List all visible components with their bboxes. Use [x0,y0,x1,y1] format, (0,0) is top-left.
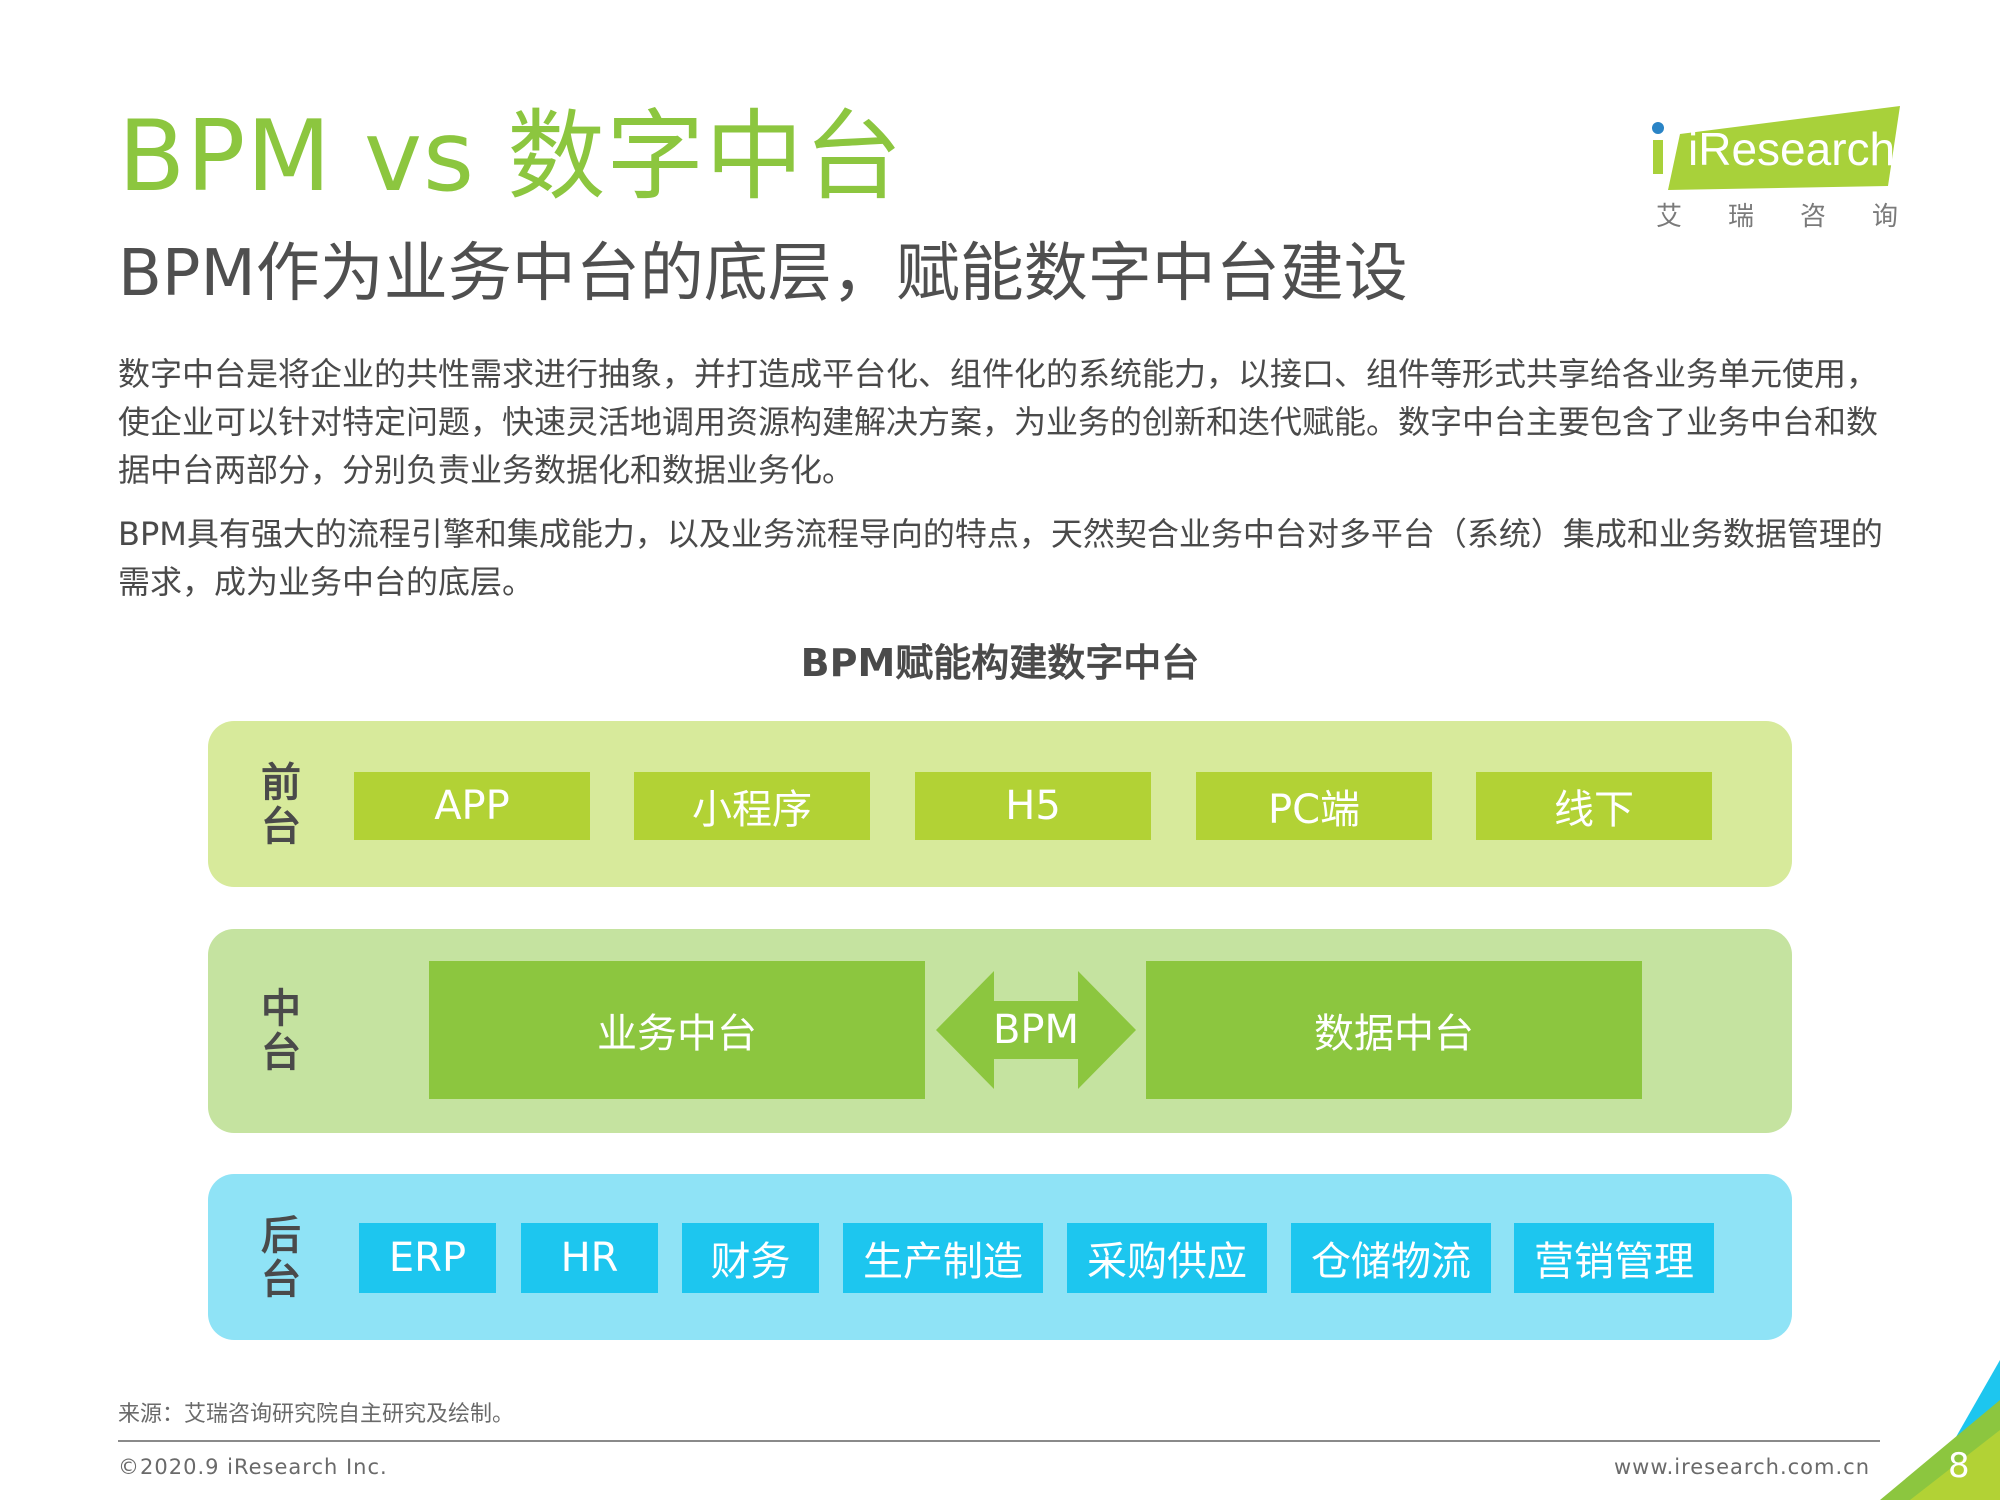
data-platform-box: 数据中台 [1146,961,1642,1099]
back-item-finance: 财务 [682,1223,819,1293]
iresearch-logo: iResearch 艾瑞咨询 [1650,104,1910,234]
business-platform-box: 业务中台 [429,961,925,1099]
bpm-connector-label: BPM [992,1007,1080,1053]
back-item-marketing: 营销管理 [1514,1223,1714,1293]
back-item-erp: ERP [359,1223,496,1293]
front-layer-label: 前台 [261,760,301,850]
page-subtitle: BPM作为业务中台的底层，赋能数字中台建设 [118,237,1408,311]
back-item-production: 生产制造 [843,1223,1043,1293]
corner-decoration-icon [1880,1360,2000,1500]
back-layer: 后台 ERP HR 财务 生产制造 采购供应 仓储物流 营销管理 [208,1174,1792,1340]
copyright-text: ©2020.9 iResearch Inc. [118,1455,388,1479]
logo-brand-text: iResearch [1688,123,1896,175]
middle-layer: 中台 业务中台 BPM 数据中台 [208,929,1792,1133]
page-number: 8 [1948,1446,1970,1486]
back-item-logistics: 仓储物流 [1291,1223,1491,1293]
intro-paragraph: 数字中台是将企业的共性需求进行抽象，并打造成平台化、组件化的系统能力，以接口、组… [118,355,1879,489]
front-item-offline: 线下 [1476,772,1712,840]
back-item-procurement: 采购供应 [1067,1223,1267,1293]
footer-divider [118,1440,1880,1442]
logo-cn-text: 艾瑞咨询 [1656,202,1945,232]
page-title: BPM vs 数字中台 [118,100,904,214]
back-layer-label: 后台 [261,1213,301,1303]
source-note: 来源：艾瑞咨询研究院自主研究及绘制。 [118,1402,515,1427]
front-layer: 前台 APP 小程序 H5 PC端 线下 [208,721,1792,887]
front-item-pc: PC端 [1196,772,1432,840]
front-item-miniprogram: 小程序 [634,772,870,840]
back-item-hr: HR [521,1223,658,1293]
front-item-h5: H5 [915,772,1151,840]
front-item-app: APP [354,772,590,840]
website-link[interactable]: www.iresearch.com.cn [1614,1455,1870,1479]
diagram-title: BPM赋能构建数字中台 [800,641,1200,685]
middle-layer-label: 中台 [261,986,301,1076]
bpm-paragraph: BPM具有强大的流程引擎和集成能力，以及业务流程导向的特点，天然契合业务中台对多… [118,515,1883,601]
